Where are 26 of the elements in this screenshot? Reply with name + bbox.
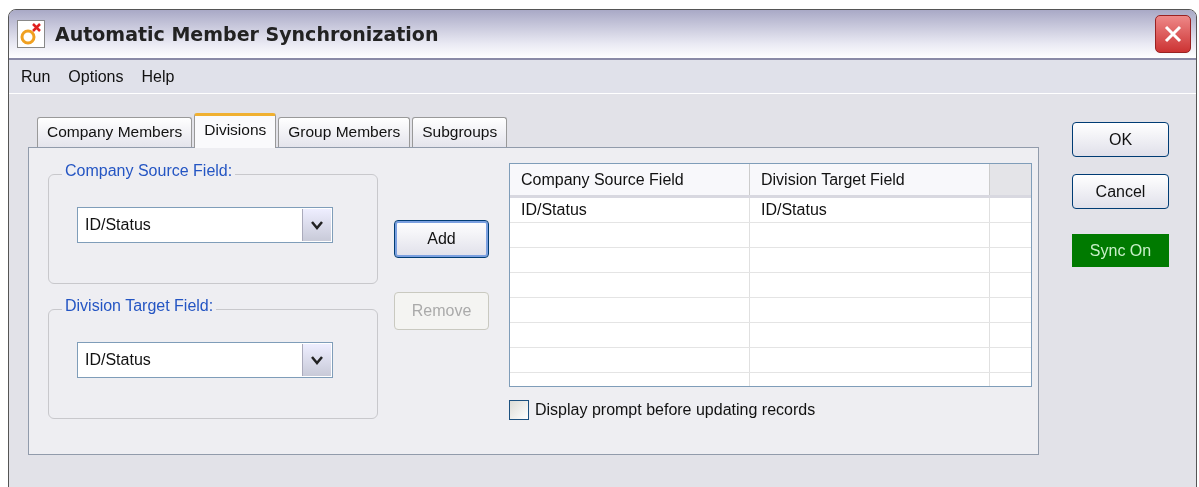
chevron-down-icon	[311, 355, 323, 365]
close-button[interactable]	[1155, 15, 1191, 53]
column-header[interactable]: Company Source Field	[510, 164, 750, 195]
group-label: Company Source Field:	[62, 162, 236, 180]
tab[interactable]: Subgroups	[412, 117, 508, 147]
dropdown[interactable]: ID/Status	[77, 342, 333, 378]
tab[interactable]: Group Members	[278, 117, 411, 147]
chevron-down-icon	[311, 220, 323, 230]
button[interactable]: OK	[1072, 122, 1169, 157]
table-cell: ID/Status	[750, 198, 990, 222]
button[interactable]: Add	[394, 220, 489, 258]
window-title: Automatic Member Synchronization	[55, 23, 440, 45]
close-icon	[1163, 24, 1183, 44]
menu-item[interactable]: Help	[141, 67, 175, 86]
menu-item[interactable]: Options	[68, 67, 124, 86]
tab[interactable]: Divisions	[194, 113, 277, 148]
dropdown[interactable]: ID/Status	[77, 207, 333, 243]
checkbox[interactable]	[509, 400, 529, 420]
app-logo-icon	[17, 20, 45, 48]
group-label: Division Target Field:	[62, 297, 217, 315]
checkbox-label[interactable]: Display prompt before updating records	[535, 401, 816, 419]
menu-item[interactable]: Run	[21, 67, 51, 86]
table-cell: ID/Status	[510, 198, 750, 222]
tab[interactable]: Company Members	[37, 117, 193, 147]
sync-status-indicator: Sync On	[1072, 234, 1169, 267]
button[interactable]: Cancel	[1072, 174, 1169, 209]
